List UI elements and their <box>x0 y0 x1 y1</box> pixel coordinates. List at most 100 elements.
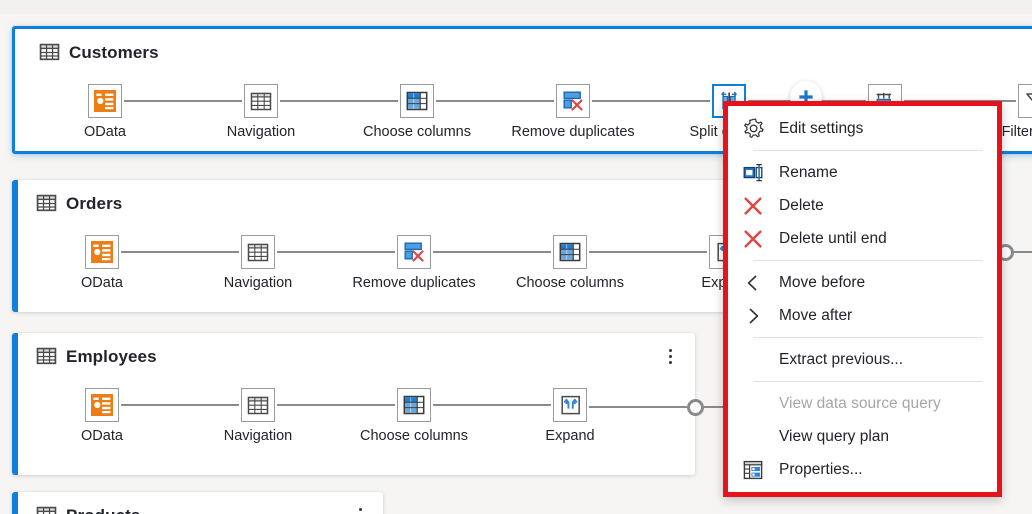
context-menu-item[interactable]: Move before <box>728 266 997 299</box>
query-name: Employees <box>66 346 157 366</box>
query-step[interactable]: Choose columns <box>510 235 630 291</box>
step-connector <box>121 251 239 253</box>
context-menu-separator <box>753 337 983 338</box>
query-step-label: OData <box>84 124 126 140</box>
step-connector <box>433 251 551 253</box>
context-menu-item: View data source query <box>728 387 997 420</box>
odata-icon[interactable] <box>85 235 119 269</box>
chevron-left-icon <box>743 272 769 294</box>
context-menu-item-label: Edit settings <box>779 119 864 137</box>
query-output-edge <box>1014 251 1032 253</box>
query-step-label: Expand <box>545 428 595 444</box>
gear-icon <box>743 118 769 140</box>
query-step-label: Choose columns <box>516 275 624 291</box>
query-step-label: Choose columns <box>360 428 468 444</box>
step-connector <box>436 100 554 102</box>
more-options-icon[interactable] <box>661 343 679 369</box>
odata-icon[interactable] <box>85 388 119 422</box>
query-step-label: Remove duplicates <box>511 124 635 140</box>
step-context-menu[interactable]: Edit settings Rename Delete Delete until en… <box>723 101 1002 497</box>
choose-columns-icon[interactable] <box>397 388 431 422</box>
query-step[interactable]: Choose columns <box>354 388 474 444</box>
context-menu-item-label: Rename <box>779 163 838 181</box>
context-menu-item-label: Delete <box>779 196 824 214</box>
step-connector <box>280 100 398 102</box>
context-menu-item-label: View data source query <box>779 394 941 412</box>
query-card-header: Customers <box>15 29 1032 63</box>
context-menu-item[interactable]: Rename <box>728 156 997 189</box>
context-menu-item-label: Properties... <box>779 460 863 478</box>
query-output-endpoint[interactable] <box>687 399 704 416</box>
step-connector <box>124 100 242 102</box>
context-menu-item[interactable]: Extract previous... <box>728 343 997 376</box>
query-name: Orders <box>66 193 123 213</box>
context-menu-item[interactable]: View query plan <box>728 420 997 453</box>
context-menu-item-label: Move after <box>779 306 853 324</box>
query-step-label: Remove duplicates <box>352 275 476 291</box>
choose-columns-icon[interactable] <box>400 84 434 118</box>
context-menu-separator <box>753 381 983 382</box>
query-step[interactable]: OData <box>42 235 162 291</box>
delete-x-icon <box>743 228 769 250</box>
query-step[interactable]: Remove duplicates <box>352 235 476 291</box>
context-menu-separator <box>753 260 983 261</box>
context-menu-item-label: Extract previous... <box>779 350 904 368</box>
query-step[interactable]: OData <box>42 388 162 444</box>
context-menu-item[interactable]: Delete <box>728 189 997 222</box>
properties-icon <box>743 459 769 481</box>
more-options-icon[interactable] <box>351 502 369 514</box>
expand-icon[interactable] <box>553 388 587 422</box>
query-name: Products <box>66 506 140 514</box>
query-step[interactable]: Navigation <box>201 84 321 140</box>
query-step-label: Choose columns <box>363 124 471 140</box>
context-menu-item-label: Move before <box>779 273 866 291</box>
table-icon <box>36 346 57 367</box>
query-step[interactable]: Expand <box>510 388 630 444</box>
table-icon <box>36 193 57 214</box>
query-card[interactable]: Employees OData Navigation Choose columns Ex… <box>12 333 695 475</box>
navigation-table-icon[interactable] <box>244 84 278 118</box>
context-menu-separator <box>753 150 983 151</box>
rename-icon <box>743 162 769 184</box>
step-connector <box>589 406 687 408</box>
choose-columns-icon[interactable] <box>553 235 587 269</box>
query-card[interactable]: Products <box>12 492 383 514</box>
table-icon <box>39 42 60 63</box>
odata-icon[interactable] <box>88 84 122 118</box>
remove-duplicates-icon[interactable] <box>556 84 590 118</box>
diagram-view-canvas: Customers OData Navigation Choose columns Re… <box>0 0 1032 514</box>
filter-rows-icon[interactable] <box>1018 84 1032 118</box>
query-step-label: OData <box>81 275 123 291</box>
remove-duplicates-icon[interactable] <box>397 235 431 269</box>
query-card-header: Products <box>12 492 383 514</box>
query-step-label: Filter rows <box>1001 124 1032 140</box>
query-step[interactable]: Choose columns <box>357 84 477 140</box>
no-icon <box>743 349 769 371</box>
query-name: Customers <box>69 42 159 62</box>
context-menu-item[interactable]: Edit settings <box>728 112 997 145</box>
query-step-label: Navigation <box>226 124 296 140</box>
navigation-table-icon[interactable] <box>241 388 275 422</box>
step-connector <box>121 404 239 406</box>
step-connector <box>277 251 395 253</box>
chevron-right-icon <box>743 305 769 327</box>
query-step[interactable]: Navigation <box>198 388 318 444</box>
context-menu-item[interactable]: Move after <box>728 299 997 332</box>
no-icon <box>743 426 769 448</box>
table-icon <box>36 505 57 514</box>
navigation-table-icon[interactable] <box>241 235 275 269</box>
step-connector <box>277 404 395 406</box>
query-step[interactable]: Navigation <box>198 235 318 291</box>
query-step-label: Navigation <box>223 275 293 291</box>
query-step-label: Navigation <box>223 428 293 444</box>
delete-x-icon <box>743 195 769 217</box>
context-menu-item[interactable]: Properties... <box>728 453 997 486</box>
query-step[interactable]: OData <box>45 84 165 140</box>
step-connector <box>592 100 710 102</box>
query-card-header: Employees <box>12 333 695 367</box>
query-step[interactable]: Remove duplicates <box>511 84 635 140</box>
no-icon <box>743 393 769 415</box>
query-step-label: OData <box>81 428 123 444</box>
context-menu-item[interactable]: Delete until end <box>728 222 997 255</box>
context-menu-item-label: Delete until end <box>779 229 887 247</box>
